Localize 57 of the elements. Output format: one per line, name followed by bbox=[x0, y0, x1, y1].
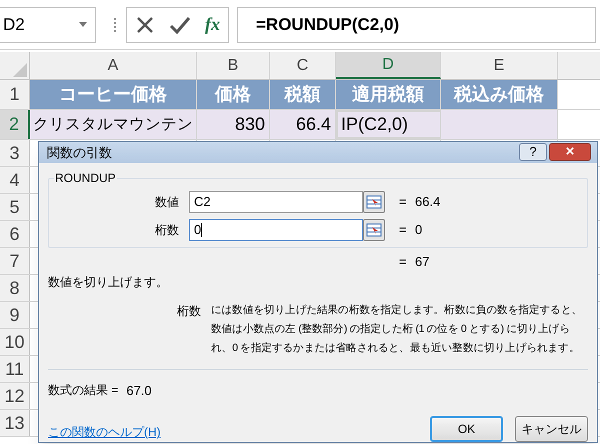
argument-label: 数値 bbox=[154, 194, 180, 210]
table-cell: クリスタルマウンテン bbox=[30, 110, 197, 139]
row-header[interactable]: 12 bbox=[0, 383, 30, 409]
argument-label: 桁数 bbox=[154, 222, 180, 238]
argument-help-text: には数値を切り上げた結果の桁数を指定します。桁数に負の数を指定すると、数値は小数点の左 (整数部分) の指定した桁 (1 の位を 0 とする) に切り上げられ、0 を指定するかまたは省略されると、最も近い整数に切り上げられます。 bbox=[211, 302, 584, 356]
argument-input[interactable]: 0 bbox=[189, 218, 363, 240]
close-button[interactable]: × bbox=[549, 143, 591, 162]
row-header[interactable]: 7 bbox=[0, 248, 30, 274]
help-link[interactable]: この関数のヘルプ(H) bbox=[48, 423, 430, 441]
corner-triangle-icon bbox=[13, 63, 27, 77]
formula-field[interactable]: =ROUNDUP(C2,0) bbox=[237, 6, 596, 42]
formula-result: 67.0 bbox=[126, 382, 152, 400]
row-header[interactable]: 9 bbox=[0, 302, 30, 328]
row-header[interactable]: 10 bbox=[0, 329, 30, 355]
range-select-icon[interactable] bbox=[363, 218, 385, 240]
equals-sign: = bbox=[399, 252, 408, 271]
row-header[interactable]: 6 bbox=[0, 221, 30, 247]
argument-result: 66.4 bbox=[415, 192, 440, 211]
row-header[interactable]: 5 bbox=[0, 194, 30, 220]
check-icon[interactable] bbox=[169, 14, 191, 34]
function-result: 67 bbox=[415, 252, 430, 271]
name-box[interactable]: D2 bbox=[0, 6, 96, 42]
grip-icon bbox=[114, 18, 118, 32]
column-heading-cell: 税込み価格 bbox=[441, 80, 558, 109]
function-description: 数値を切り上げます。 bbox=[48, 274, 169, 290]
row-header[interactable]: 13 bbox=[0, 410, 30, 436]
cancel-icon[interactable] bbox=[135, 14, 155, 34]
column-header[interactable]: A bbox=[30, 52, 197, 79]
table-cell: IP(C2,0) bbox=[336, 110, 441, 139]
column-heading-cell: 価格 bbox=[197, 80, 270, 109]
dialog-title: 関数の引数 bbox=[47, 144, 113, 162]
row-header[interactable]: 1 bbox=[0, 80, 30, 109]
ok-button[interactable]: OK bbox=[430, 416, 503, 442]
column-heading-cell: 税額 bbox=[270, 80, 336, 109]
range-select-icon[interactable] bbox=[363, 190, 385, 212]
column-header[interactable]: B bbox=[197, 52, 270, 79]
row-header[interactable]: 11 bbox=[0, 356, 30, 382]
column-heading-cell: コーヒー価格 bbox=[30, 80, 197, 109]
column-heading-cell: 適用税額 bbox=[336, 80, 441, 109]
help-button[interactable]: ? bbox=[519, 143, 547, 162]
argument-help-label: 桁数 bbox=[176, 302, 202, 320]
cancel-button[interactable]: キャンセル bbox=[515, 416, 588, 442]
row-header[interactable]: 8 bbox=[0, 275, 30, 301]
row-header[interactable]: 3 bbox=[0, 140, 30, 166]
row-header[interactable]: 4 bbox=[0, 167, 30, 193]
equals-sign: = bbox=[399, 192, 408, 211]
row-header[interactable]: 2 bbox=[0, 110, 30, 139]
caret-icon bbox=[79, 22, 87, 27]
table-cell: 66.4 bbox=[270, 110, 336, 139]
insert-function-button[interactable]: fx bbox=[205, 11, 220, 38]
table-cell: 830 bbox=[197, 110, 270, 139]
column-header[interactable]: E bbox=[441, 52, 558, 79]
argument-input[interactable]: C2 bbox=[189, 190, 363, 212]
argument-result: 0 bbox=[415, 220, 422, 239]
column-header[interactable]: D bbox=[336, 52, 441, 79]
formula-result-label: 数式の結果 = bbox=[48, 382, 118, 400]
equals-sign: = bbox=[399, 220, 408, 239]
